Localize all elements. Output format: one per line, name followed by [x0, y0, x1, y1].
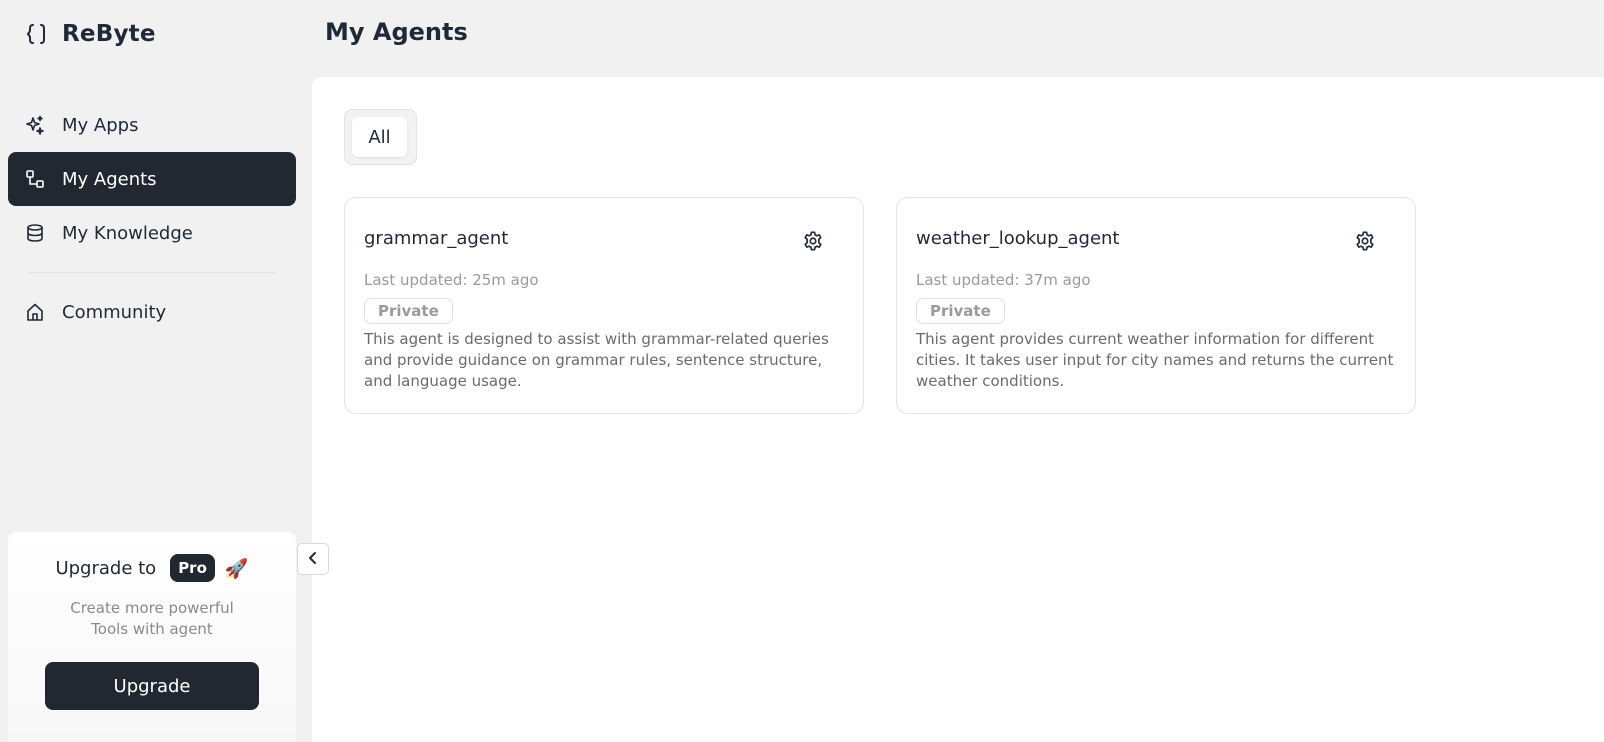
sidebar: ReByte My Apps My Agents My Knowledge Co… [0, 0, 312, 742]
visibility-badge: Private [916, 298, 1005, 324]
agent-card[interactable]: weather_lookup_agent Last updated: 37m a… [896, 197, 1416, 414]
main-panel: All grammar_agent Last updated: 25m ago … [312, 77, 1604, 742]
sidebar-item-my-knowledge[interactable]: My Knowledge [8, 206, 296, 260]
upgrade-description-line: Tools with agent [91, 620, 213, 638]
agent-last-updated: Last updated: 25m ago [364, 271, 539, 289]
gear-icon[interactable] [1353, 229, 1377, 253]
upgrade-description-line: Create more powerful [70, 599, 234, 617]
brand[interactable]: ReByte [26, 18, 156, 50]
sidebar-item-community[interactable]: Community [8, 285, 296, 339]
agent-cards: grammar_agent Last updated: 25m ago Priv… [344, 197, 1416, 414]
pro-badge: Pro [170, 554, 215, 582]
sidebar-item-my-agents[interactable]: My Agents [8, 152, 296, 206]
flow-icon [25, 169, 45, 189]
home-icon [25, 302, 45, 322]
agent-description: This agent provides current weather info… [916, 330, 1394, 390]
visibility-badge: Private [364, 298, 453, 324]
rebyte-logo-icon [26, 23, 48, 45]
upgrade-title: Upgrade to [55, 557, 157, 579]
chevron-left-icon [306, 550, 320, 569]
upgrade-heading: Upgrade to Pro 🚀 [8, 554, 296, 582]
tab-all[interactable]: All [352, 117, 407, 157]
agent-description: This agent is designed to assist with gr… [364, 330, 829, 390]
upgrade-button[interactable]: Upgrade [45, 662, 259, 710]
upgrade-description: Create more powerful Tools with agent [8, 598, 296, 640]
sidebar-item-my-apps[interactable]: My Apps [8, 98, 296, 152]
sidebar-item-label: Community [62, 301, 167, 323]
agent-name: weather_lookup_agent [916, 228, 1120, 249]
agent-card[interactable]: grammar_agent Last updated: 25m ago Priv… [344, 197, 864, 414]
brand-name: ReByte [62, 21, 156, 47]
rocket-icon: 🚀 [224, 557, 249, 580]
collapse-sidebar-button[interactable] [297, 543, 329, 575]
sidebar-nav: My Apps My Agents My Knowledge Community [8, 98, 296, 339]
sparkles-icon [25, 115, 45, 135]
gear-icon[interactable] [801, 229, 825, 253]
sidebar-item-label: My Knowledge [62, 222, 193, 244]
database-icon [25, 223, 45, 243]
page-title: My Agents [325, 18, 468, 46]
agent-last-updated: Last updated: 37m ago [916, 271, 1091, 289]
filter-tabs: All [344, 109, 417, 165]
upgrade-card: Upgrade to Pro 🚀 Create more powerful To… [8, 532, 296, 742]
agent-name: grammar_agent [364, 228, 509, 249]
nav-divider [28, 272, 276, 273]
app-root: ReByte My Apps My Agents My Knowledge Co… [0, 0, 1604, 742]
sidebar-item-label: My Agents [62, 168, 157, 190]
sidebar-item-label: My Apps [62, 114, 139, 136]
